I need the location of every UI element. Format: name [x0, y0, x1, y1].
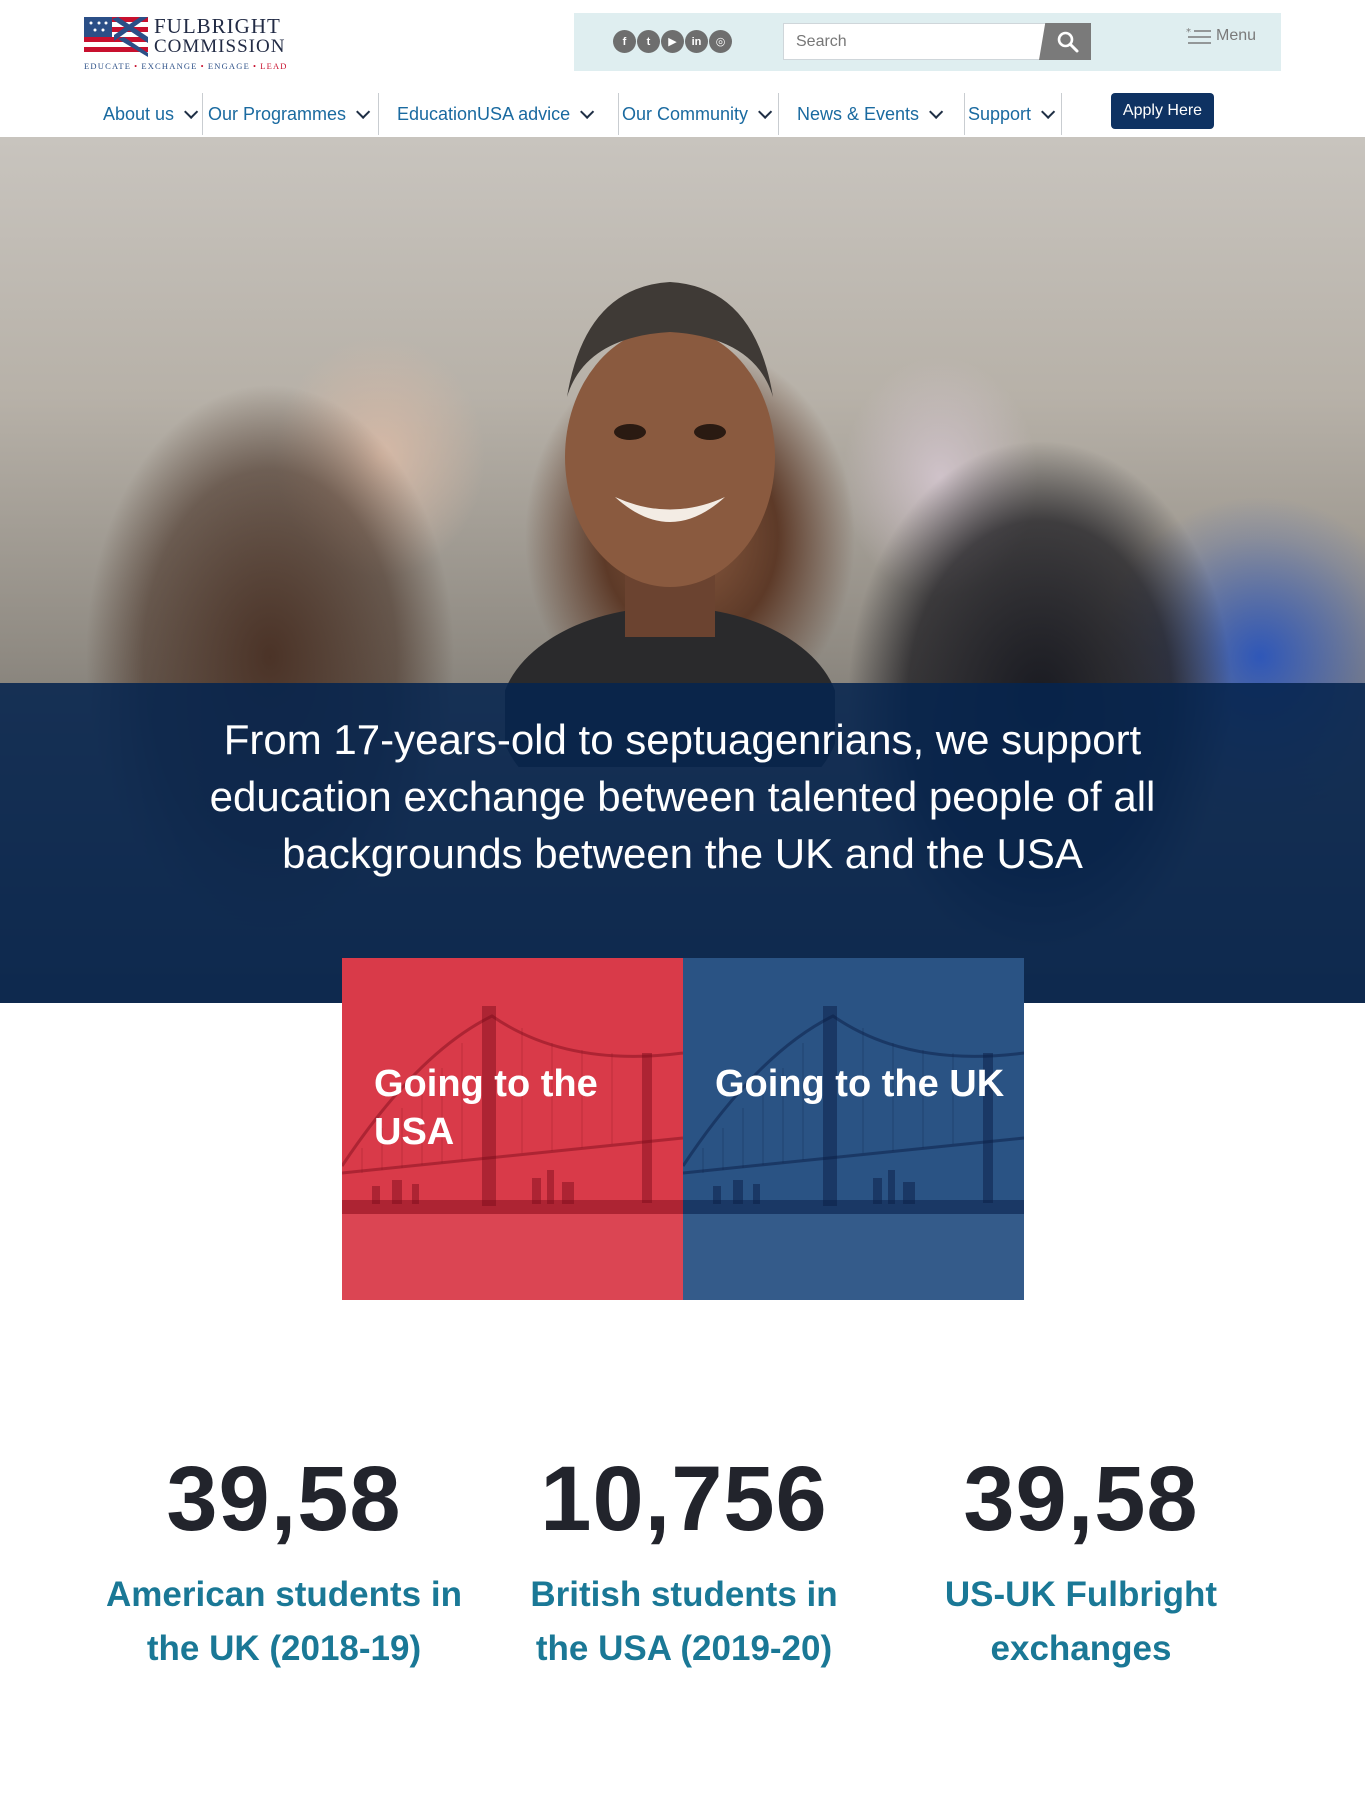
social-links: f t ▶ in ◎ — [613, 30, 732, 53]
nav-support[interactable]: Support — [965, 93, 1062, 135]
chevron-down-icon — [758, 104, 773, 119]
chevron-down-icon — [929, 104, 944, 119]
nav-label: Our Community — [622, 103, 749, 124]
card-title: Going to the UK — [715, 1063, 1005, 1105]
us-uk-flag-icon — [84, 17, 148, 57]
fulbright-logo[interactable]: FULBRIGHT COMMISSION EDUCATE • EXCHANGE • EN… — [84, 14, 294, 72]
chevron-down-icon — [580, 104, 595, 119]
nav-about-us[interactable]: About us — [103, 93, 203, 135]
menu-label: Menu — [1216, 27, 1257, 44]
stat-label: British students in the USA (2019-20) — [530, 1575, 838, 1668]
menu-icon: * — [1186, 27, 1211, 44]
twitter-icon[interactable]: t — [637, 30, 660, 53]
stat-label: American students in the UK (2018-19) — [106, 1575, 462, 1668]
nav-news-events[interactable]: News & Events — [779, 93, 965, 135]
nav-educationusa-advice[interactable]: EducationUSA advice — [379, 93, 619, 135]
hero-statement: From 17-years-old to septuagenrians, we … — [209, 716, 1156, 877]
search-icon — [1057, 31, 1079, 52]
stat-fulbright-exchanges: 39,58 US-UK Fulbright exchanges — [901, 1444, 1261, 1676]
search-input[interactable] — [784, 24, 1046, 59]
chevron-down-icon — [184, 104, 199, 119]
chevron-down-icon — [356, 104, 371, 119]
stat-number: 10,756 — [540, 1448, 828, 1550]
stat-american-students: 39,58 American students in the UK (2018-… — [104, 1444, 464, 1676]
stat-label: US-UK Fulbright exchanges — [944, 1575, 1218, 1668]
going-to-uk-card[interactable]: Going to the UK — [683, 958, 1024, 1300]
stat-number: 39,58 — [166, 1448, 402, 1550]
apply-here-button[interactable]: Apply Here — [1111, 93, 1214, 129]
instagram-icon[interactable]: ◎ — [709, 30, 732, 53]
nav-our-programmes[interactable]: Our Programmes — [205, 93, 379, 135]
search-button[interactable] — [1039, 23, 1091, 60]
card-title: Going to the USA — [374, 1063, 598, 1153]
logo-title-line1: FULBRIGHT — [154, 14, 281, 38]
linkedin-icon[interactable]: in — [685, 30, 708, 53]
utility-bar: f t ▶ in ◎ * Menu — [574, 13, 1281, 71]
going-to-usa-card[interactable]: Going to the USA — [342, 958, 683, 1300]
nav-label: About us — [103, 103, 175, 124]
nav-label: EducationUSA advice — [397, 103, 571, 124]
menu-button[interactable]: * Menu — [1186, 21, 1256, 51]
youtube-icon[interactable]: ▶ — [661, 30, 684, 53]
logo-tagline: EDUCATE • EXCHANGE • ENGAGE • LEAD — [84, 61, 288, 71]
hero-banner: From 17-years-old to septuagenrians, we … — [0, 137, 1365, 1003]
bridge-illustration-icon — [683, 1006, 1024, 1300]
chevron-down-icon — [1041, 104, 1056, 119]
nav-our-community[interactable]: Our Community — [619, 93, 779, 135]
nav-label: Support — [968, 103, 1032, 124]
search-box — [783, 23, 1091, 60]
nav-label: News & Events — [797, 103, 920, 124]
stat-number: 39,58 — [963, 1448, 1199, 1550]
nav-label: Our Programmes — [208, 103, 347, 124]
logo-title-line2: COMMISSION — [154, 36, 286, 57]
facebook-icon[interactable]: f — [613, 30, 636, 53]
stat-british-students: 10,756 British students in the USA (2019… — [504, 1444, 864, 1676]
